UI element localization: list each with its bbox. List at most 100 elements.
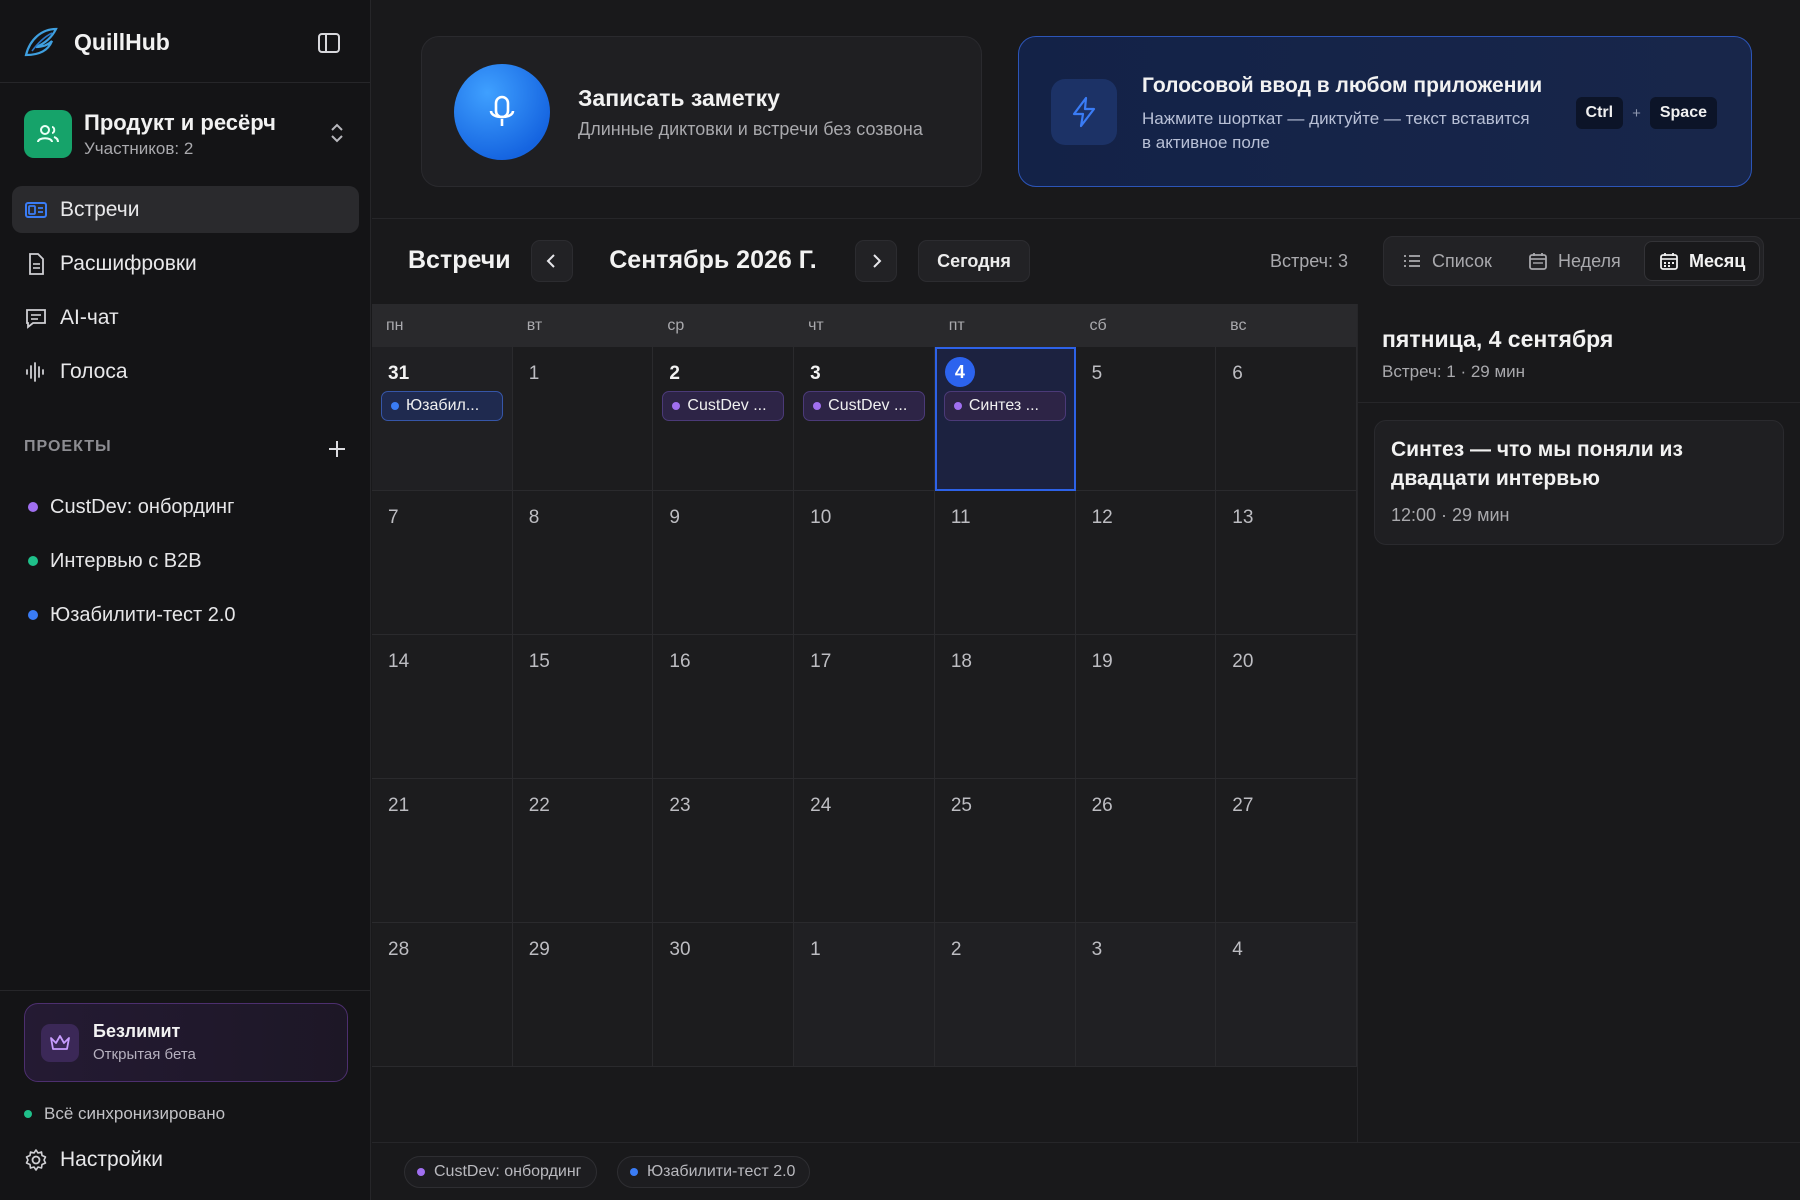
view-week-button[interactable]: Неделя	[1514, 241, 1642, 281]
nav-item-meetings[interactable]: Встречи	[12, 186, 359, 233]
calendar-day-cell[interactable]: 15	[512, 635, 654, 779]
calendar-day-cell[interactable]: 3	[1075, 923, 1217, 1067]
view-month-button[interactable]: Месяц	[1644, 241, 1760, 281]
calendar-grid: 31 Юзабил... 1 2 CustDev ... 3 CustDev ... 4 Син…	[372, 347, 1357, 1067]
sidebar-toggle-icon[interactable]	[316, 30, 342, 56]
day-number: 2	[669, 363, 680, 384]
next-month-button[interactable]	[855, 240, 897, 282]
project-label: CustDev: онбординг	[50, 495, 235, 518]
calendar-day-cell[interactable]: 27	[1216, 779, 1357, 923]
legend-chip-custdev[interactable]: CustDev: онбординг	[404, 1156, 597, 1188]
meeting-time: 12:00 · 29 мин	[1391, 505, 1510, 525]
calendar-day-cell[interactable]: 9	[653, 491, 795, 635]
key-plus: +	[1632, 104, 1641, 122]
voice-input-subtitle: Нажмите шорткат — диктуйте — текст встав…	[1142, 109, 1530, 152]
calendar-day-cell[interactable]: 10	[794, 491, 935, 635]
meeting-card[interactable]: Синтез — что мы поняли из двадцати интер…	[1374, 420, 1784, 545]
calendar-day-cell[interactable]: 3 CustDev ...	[794, 347, 935, 491]
event-color-dot	[953, 402, 962, 410]
waveform-icon	[24, 360, 48, 384]
calendar-day-cell[interactable]: 31 Юзабил...	[372, 347, 513, 491]
calendar-day-cell[interactable]: 12	[1075, 491, 1217, 635]
day-number: 3	[1091, 939, 1103, 960]
calendar-day-cell[interactable]: 18	[934, 635, 1076, 779]
workspace-members: Участников: 2	[84, 139, 194, 158]
day-number: 22	[528, 795, 550, 816]
add-project-plus-icon[interactable]	[326, 438, 348, 460]
calendar-day-cell[interactable]: 22	[512, 779, 654, 923]
calendar-day-cell[interactable]: 5	[1075, 347, 1217, 491]
calendar-day-cell[interactable]: 1	[794, 923, 935, 1067]
day-number: 20	[1232, 651, 1254, 672]
calendar-day-cell[interactable]: 14	[372, 635, 513, 779]
calendar-day-cell[interactable]: 30	[653, 923, 795, 1067]
calendar-day-cell[interactable]: 7	[372, 491, 513, 635]
day-number: 29	[528, 939, 550, 960]
microphone-icon[interactable]	[454, 64, 550, 160]
calendar-day-cell[interactable]: 16	[653, 635, 795, 779]
project-item-b2b-interviews[interactable]: Интервью с B2B	[28, 534, 348, 588]
view-label: Список	[1432, 250, 1492, 271]
crown-icon	[41, 1024, 79, 1062]
weekday-label: пт	[948, 317, 965, 334]
calendar-event-chip[interactable]: CustDev ...	[662, 391, 785, 421]
calendar-day-cell[interactable]: 17	[794, 635, 935, 779]
today-button[interactable]: Сегодня	[918, 240, 1030, 282]
nav-item-voices[interactable]: Голоса	[12, 348, 359, 395]
day-number: 26	[1091, 795, 1113, 816]
settings-link[interactable]: Настройки	[24, 1148, 163, 1172]
calendar-event-chip[interactable]: Синтез ...	[943, 391, 1066, 421]
calendar-day-cell[interactable]: 8	[512, 491, 654, 635]
users-icon	[37, 125, 59, 143]
legend-chip-usability[interactable]: Юзабилити-тест 2.0	[617, 1156, 811, 1188]
calendar-event-chip[interactable]: CustDev ...	[803, 391, 926, 421]
calendar-day-cell[interactable]: 29	[512, 923, 654, 1067]
event-label: CustDev ...	[828, 397, 908, 414]
calendar-day-cell[interactable]: 20	[1216, 635, 1357, 779]
document-icon	[24, 252, 48, 276]
month-calendar: пн вт ср чт пт сб вс 31 Юзабил... 1 2 CustDev ... 3…	[372, 304, 1357, 1067]
calendar-day-cell[interactable]: 4 Синтез ...	[934, 347, 1076, 491]
calendar-day-cell[interactable]: 4	[1216, 923, 1357, 1067]
calendar-event-chip[interactable]: Юзабил...	[381, 391, 503, 421]
calendar-day-cell[interactable]: 11	[934, 491, 1076, 635]
calendar-day-cell[interactable]: 24	[794, 779, 935, 923]
page-title: Встречи	[408, 246, 511, 274]
project-item-usability-test[interactable]: Юзабилити-тест 2.0	[28, 588, 348, 642]
selected-date: пятница, 4 сентября	[1382, 326, 1614, 352]
voice-input-card[interactable]: Голосовой ввод в любом приложении Нажмит…	[1018, 36, 1752, 187]
gear-icon	[24, 1148, 48, 1172]
projects-heading-label: ПРОЕКТЫ	[24, 438, 112, 455]
record-note-card[interactable]: Записать заметку Длинные диктовки и встр…	[421, 36, 982, 187]
settings-label: Настройки	[60, 1148, 163, 1171]
plan-card[interactable]: Безлимит Открытая бета	[24, 1003, 348, 1082]
calendar-day-cell[interactable]: 25	[934, 779, 1076, 923]
chevron-updown-icon[interactable]	[326, 120, 348, 146]
nav-label: AI-чат	[60, 305, 119, 329]
nav-item-ai-chat[interactable]: AI-чат	[12, 294, 359, 341]
day-number: 31	[388, 363, 410, 384]
calendar-day-cell[interactable]: 19	[1075, 635, 1217, 779]
day-number: 2	[950, 939, 962, 960]
project-item-custdev[interactable]: CustDev: онбординг	[28, 480, 348, 534]
prev-month-button[interactable]	[531, 240, 573, 282]
calendar-month-icon	[1659, 251, 1679, 271]
calendar-day-cell[interactable]: 28	[372, 923, 513, 1067]
workspace-switcher[interactable]: Продукт и ресёрч Участников: 2	[24, 106, 348, 162]
day-number: 21	[388, 795, 410, 816]
day-number: 6	[1232, 363, 1243, 384]
calendar-day-cell[interactable]: 13	[1216, 491, 1357, 635]
calendar-day-cell[interactable]: 6	[1216, 347, 1357, 491]
calendar-day-cell[interactable]: 2	[934, 923, 1076, 1067]
day-number: 9	[669, 507, 680, 528]
calendar-day-cell[interactable]: 26	[1075, 779, 1217, 923]
calendar-day-cell[interactable]: 23	[653, 779, 795, 923]
view-list-button[interactable]: Список	[1388, 241, 1512, 281]
calendar-day-cell[interactable]: 1	[512, 347, 654, 491]
nav-item-transcripts[interactable]: Расшифровки	[12, 240, 359, 287]
meetings-icon	[24, 198, 48, 222]
weekday-label: вт	[526, 317, 543, 334]
calendar-day-cell[interactable]: 21	[372, 779, 513, 923]
calendar-day-cell[interactable]: 2 CustDev ...	[653, 347, 795, 491]
view-label: Неделя	[1558, 250, 1621, 271]
